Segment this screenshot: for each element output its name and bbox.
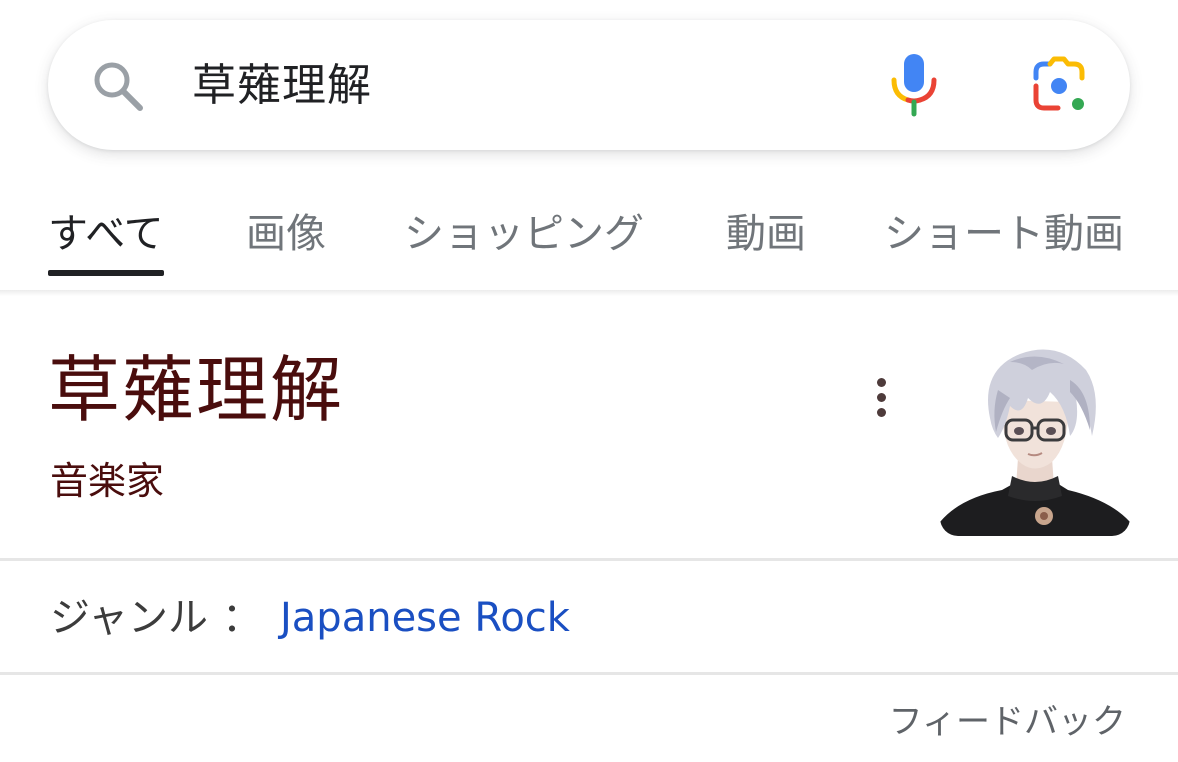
tab-all-label: すべて (48, 211, 164, 257)
section-divider (0, 558, 1178, 561)
camera-lens-icon[interactable] (1028, 56, 1090, 116)
tab-all[interactable]: すべて (48, 196, 164, 276)
tab-short-videos[interactable]: ショート動画 (884, 196, 1124, 276)
knowledge-panel-subtitle: 音楽家 (50, 459, 165, 503)
tab-images-label: 画像 (246, 211, 326, 257)
search-input[interactable]: 草薙理解 (192, 56, 372, 116)
genre-label: ジャンル (50, 595, 208, 641)
tab-images[interactable]: 画像 (246, 196, 326, 276)
knowledge-panel-title[interactable]: 草薙理解 (48, 348, 344, 432)
active-tab-indicator (48, 270, 164, 276)
genre-row: ジャンル ： Japanese Rock (50, 590, 570, 646)
tab-shopping[interactable]: ショッピング (404, 196, 644, 276)
knowledge-panel-image[interactable] (940, 340, 1130, 536)
tab-short-videos-label: ショート動画 (884, 211, 1124, 257)
more-vert-icon[interactable] (864, 372, 900, 424)
feedback-link[interactable]: フィードバック (889, 700, 1126, 744)
search-results-page: 草薙理解 すべて 画像 ショッピング 動画 ショート動画 草薙理解 音楽家 ジャ… (0, 0, 1178, 762)
character-portrait-illustration (940, 340, 1130, 536)
section-divider (0, 672, 1178, 675)
genre-link[interactable]: Japanese Rock (280, 595, 570, 641)
search-tabs: すべて 画像 ショッピング 動画 ショート動画 (0, 196, 1178, 276)
genre-separator: ： (222, 595, 262, 641)
tab-shopping-label: ショッピング (404, 211, 644, 257)
tabs-divider-shadow (0, 290, 1178, 296)
tab-videos[interactable]: 動画 (726, 196, 806, 276)
search-icon[interactable] (90, 58, 146, 114)
tab-videos-label: 動画 (726, 211, 806, 257)
mic-icon[interactable] (888, 52, 940, 118)
